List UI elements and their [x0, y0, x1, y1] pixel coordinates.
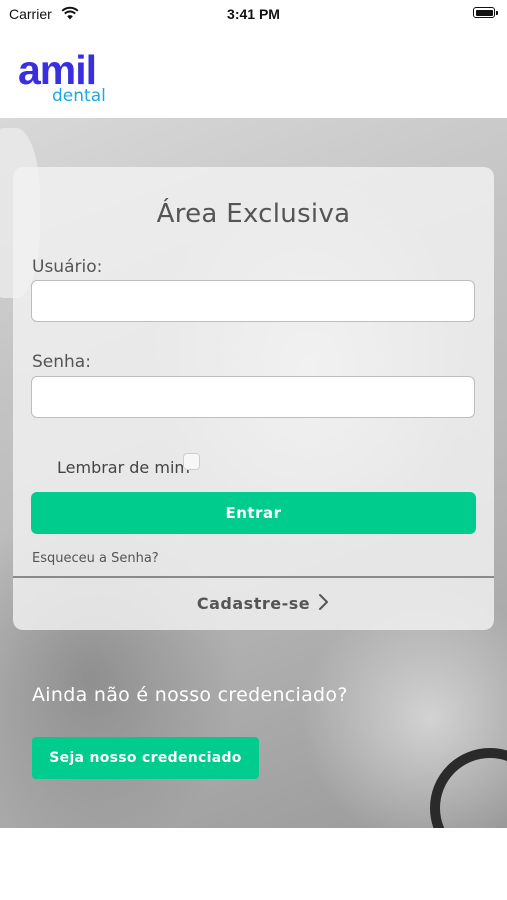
logo-product-text: dental [52, 86, 106, 106]
password-label: Senha: [32, 352, 91, 372]
password-input[interactable] [31, 376, 475, 418]
credential-question: Ainda não é nosso credenciado? [32, 684, 348, 706]
login-card: Área Exclusiva Usuário: Senha: Lembrar d… [13, 167, 494, 630]
username-input[interactable] [31, 280, 475, 322]
battery-icon [473, 7, 498, 18]
chevron-right-icon [319, 594, 328, 610]
amil-dental-logo: amil dental [18, 48, 128, 110]
register-row[interactable]: Cadastre-se [13, 578, 494, 630]
login-button[interactable]: Entrar [31, 492, 476, 534]
register-label: Cadastre-se [196, 594, 311, 613]
become-credentialed-button[interactable]: Seja nosso credenciado [32, 737, 259, 779]
username-label: Usuário: [32, 257, 103, 277]
card-title: Área Exclusiva [156, 199, 351, 229]
status-bar: Carrier 3:41 PM [0, 0, 507, 28]
forgot-password-link[interactable]: Esqueceu a Senha? [32, 551, 159, 566]
remember-me-checkbox[interactable] [183, 453, 200, 470]
clock: 3:41 PM [227, 6, 280, 22]
remember-me-label: Lembrar de mim [57, 458, 190, 477]
